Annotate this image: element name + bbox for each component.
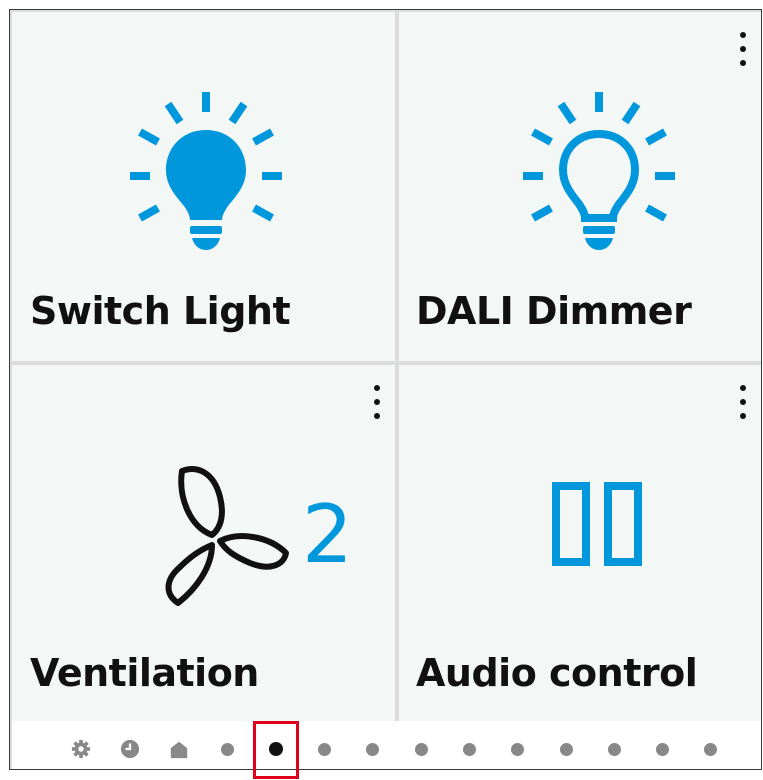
tile-label: Audio control [416, 651, 698, 695]
fan-level: 2 [302, 488, 353, 581]
page-dot[interactable] [217, 739, 237, 759]
bulb-outline-icon [523, 92, 675, 250]
fan-icon [165, 466, 289, 606]
page-dot[interactable] [556, 739, 576, 759]
more-options-icon[interactable] [367, 379, 387, 425]
page-dot[interactable] [411, 739, 431, 759]
tile-switch-light[interactable]: Switch Light [12, 12, 395, 361]
page-dot[interactable] [459, 739, 479, 759]
more-options-icon[interactable] [733, 379, 753, 425]
tile-grid: Switch Light DALI Dimmer 2 Ventilation A… [9, 9, 762, 779]
page-dot[interactable] [314, 739, 334, 759]
settings-icon[interactable] [71, 739, 91, 759]
tile-dali-dimmer[interactable]: DALI Dimmer [399, 12, 761, 361]
tile-audio-control[interactable]: Audio control [399, 365, 761, 721]
pause-icon [552, 482, 642, 566]
more-options-icon[interactable] [733, 26, 753, 72]
page-dot[interactable] [652, 739, 672, 759]
page-dot[interactable] [604, 739, 624, 759]
home-icon[interactable] [169, 739, 189, 759]
tile-label: Switch Light [30, 289, 291, 333]
page-dot[interactable] [700, 739, 720, 759]
page-dot[interactable] [507, 739, 527, 759]
tile-label: DALI Dimmer [416, 289, 692, 333]
active-page-highlight [253, 721, 299, 779]
bulb-filled-icon [130, 92, 282, 250]
page-dot[interactable] [362, 739, 382, 759]
tile-ventilation[interactable]: 2 Ventilation [12, 365, 395, 721]
clock-icon[interactable] [120, 739, 140, 759]
page-navigation [12, 721, 761, 779]
tile-label: Ventilation [30, 651, 259, 695]
